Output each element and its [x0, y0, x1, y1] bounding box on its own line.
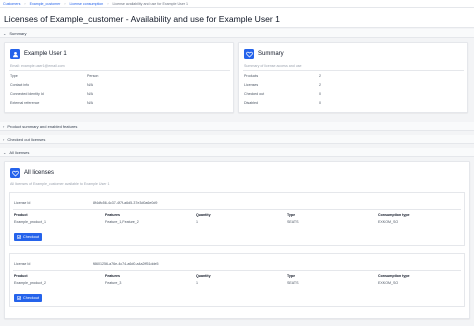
- chevron-right-icon: ›: [3, 123, 5, 129]
- all-licenses-title: All licenses: [24, 170, 55, 176]
- consumption-header: Consumption type: [378, 274, 410, 278]
- divider: [13, 209, 461, 210]
- checked-out-section-label: Checked out licenses: [7, 136, 46, 142]
- checkout-label: Checkout: [23, 235, 40, 239]
- breadcrumb-separator: ›: [107, 1, 109, 6]
- license-id-label: License Id: [14, 201, 31, 205]
- summary-disabled-value: 0: [319, 101, 321, 105]
- checked-out-section-toggle[interactable]: › Checked out licenses: [0, 135, 474, 144]
- features-header: Features: [105, 274, 120, 278]
- summary-checked-out-value: 0: [319, 92, 321, 96]
- product-summary-section-label: Product summary and enabled features: [7, 123, 78, 129]
- product-header: Product: [14, 274, 28, 278]
- checkout-button[interactable]: Checkout: [14, 294, 43, 302]
- user-external-ref-value: N/A: [87, 101, 93, 105]
- user-card-title: Example User 1: [24, 51, 67, 57]
- product-summary-section-toggle[interactable]: › Product summary and enabled features: [0, 122, 474, 131]
- summary-card-title: Summary: [258, 51, 284, 57]
- quantity-header: Quantity: [196, 274, 211, 278]
- license-id-label: License Id: [14, 262, 31, 266]
- user-contact-value: N/A: [87, 83, 93, 87]
- divider: [13, 270, 461, 271]
- user-identity-label: Connected identity Id: [10, 92, 44, 96]
- page-title: Licenses of Example_customer - Availabil…: [4, 14, 280, 24]
- features-value: Feature_3: [105, 281, 122, 285]
- summary-card: Summary Summary of license access and us…: [238, 42, 468, 113]
- heart-icon: [10, 168, 20, 178]
- summary-card-subtitle: Summary of license access and use: [244, 64, 302, 68]
- license-id-value: 8f4dfc56-4c37-4f7f-a6d5-37e3d0a6e0d9: [93, 201, 158, 205]
- breadcrumb-current: License availability and use for Example…: [112, 1, 189, 6]
- summary-licenses-value: 2: [319, 83, 321, 87]
- chevron-down-icon: ⌄: [3, 30, 7, 36]
- type-header: Type: [287, 213, 296, 217]
- quantity-header: Quantity: [196, 213, 211, 217]
- user-type-label: Type: [10, 74, 18, 78]
- heart-icon: [244, 49, 254, 59]
- type-header: Type: [287, 274, 296, 278]
- user-external-ref-label: External reference: [10, 101, 40, 105]
- checkout-button[interactable]: Checkout: [14, 233, 43, 241]
- breadcrumb-separator: ›: [24, 1, 26, 6]
- breadcrumb-separator: ›: [64, 1, 66, 6]
- quantity-value: 1: [196, 220, 198, 224]
- consumption-value: EXKOM_SO: [378, 281, 399, 285]
- summary-section-toggle[interactable]: ⌄ Summary: [0, 29, 474, 38]
- chevron-down-icon: ⌄: [3, 149, 7, 155]
- breadcrumb-customer[interactable]: Example_customer: [30, 2, 61, 6]
- user-contact-label: Contact info: [10, 83, 30, 87]
- license-card: License Id 8f4dfc56-4c37-4f7f-a6d5-37e3d…: [9, 192, 465, 246]
- all-licenses-section-toggle[interactable]: ⌄ All licenses: [0, 148, 474, 157]
- summary-licenses-label: Licenses: [244, 83, 259, 87]
- user-type-value: Person: [87, 74, 99, 78]
- all-licenses-card: All licenses All licenses of Example_cus…: [4, 161, 470, 319]
- summary-section-label: Summary: [9, 30, 27, 36]
- product-value: Example_product_2: [14, 281, 46, 285]
- quantity-value: 1: [196, 281, 198, 285]
- license-card: License Id f8601256-a76e-4c74-a6d0-a4a2f…: [9, 253, 465, 307]
- user-card-email: Email: example.user1@email.com: [10, 64, 65, 68]
- chevron-right-icon: ›: [3, 136, 5, 142]
- features-header: Features: [105, 213, 120, 217]
- summary-products-value: 2: [319, 74, 321, 78]
- summary-checked-out-label: Checked out: [244, 92, 265, 96]
- license-id-value: f8601256-a76e-4c74-a6d0-a4a2ff51dde5: [93, 262, 159, 266]
- summary-disabled-label: Disabled: [244, 101, 258, 105]
- divider: [243, 70, 464, 71]
- type-value: SEATS: [287, 281, 299, 285]
- checkout-icon: [17, 235, 21, 239]
- all-licenses-subtitle: All licenses of Example_customer availab…: [10, 182, 110, 186]
- user-icon: [10, 49, 20, 59]
- consumption-header: Consumption type: [378, 213, 410, 217]
- checkout-icon: [17, 296, 21, 300]
- breadcrumb: Customers › Example_customer › License c…: [0, 0, 474, 8]
- consumption-value: EXKOM_SO: [378, 220, 399, 224]
- product-header: Product: [14, 213, 28, 217]
- type-value: SEATS: [287, 220, 299, 224]
- page-header: Licenses of Example_customer - Availabil…: [0, 8, 474, 28]
- summary-products-label: Products: [244, 74, 259, 78]
- divider: [9, 70, 230, 71]
- breadcrumb-customers[interactable]: Customers: [3, 2, 20, 6]
- checkout-label: Checkout: [23, 296, 40, 300]
- features-value: Feature_1,Feature_2: [105, 220, 139, 224]
- product-value: Example_product_1: [14, 220, 46, 224]
- all-licenses-section-label: All licenses: [9, 149, 30, 155]
- user-identity-value: N/A: [87, 92, 93, 96]
- user-card: Example User 1 Email: example.user1@emai…: [4, 42, 234, 113]
- breadcrumb-license-consumption[interactable]: License consumption: [70, 2, 104, 6]
